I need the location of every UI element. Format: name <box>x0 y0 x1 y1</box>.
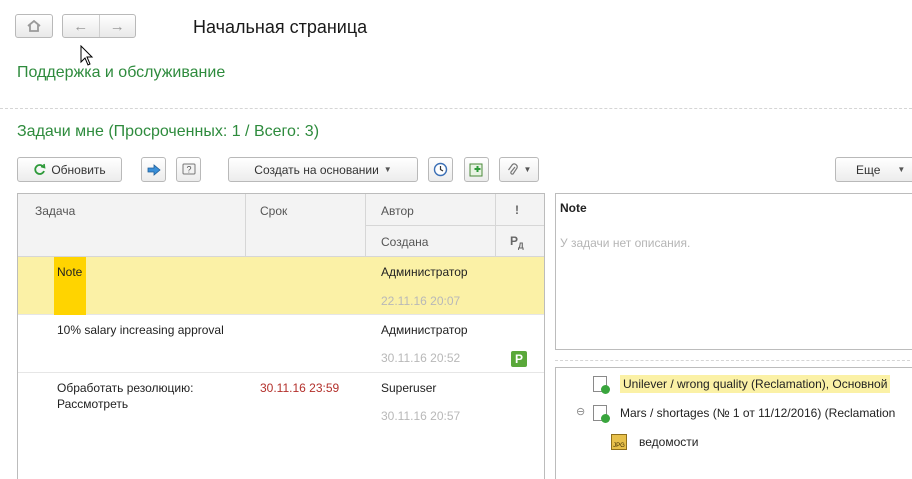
chevron-down-icon: ▼ <box>897 165 906 174</box>
column-header-created[interactable]: Создана <box>381 235 428 249</box>
task-created: 30.11.16 20:57 <box>381 409 461 423</box>
column-header-importance[interactable]: ! <box>515 203 519 217</box>
section-title: Поддержка и обслуживание <box>17 64 226 81</box>
home-icon <box>27 20 41 32</box>
tree-item[interactable]: Unilever / wrong quality (Reclamation), … <box>593 373 891 395</box>
divider <box>555 360 912 361</box>
header-separator <box>365 225 544 226</box>
go-to-button[interactable] <box>141 157 166 182</box>
column-separator <box>245 194 246 257</box>
svg-text:?: ? <box>186 164 191 174</box>
tree-item[interactable]: Mars / shortages (№ 1 от 11/12/2016) (Re… <box>593 402 895 424</box>
add-subtask-button[interactable] <box>464 157 489 182</box>
refresh-button[interactable]: Обновить <box>17 157 122 182</box>
tree-item-label: Unilever / wrong quality (Reclamation), … <box>620 375 891 393</box>
page-title: Начальная страница <box>193 17 368 37</box>
task-name-line2: Рассмотреть <box>57 397 129 411</box>
paperclip-icon <box>507 162 518 175</box>
description-empty-text: У задачи нет описания. <box>560 236 691 250</box>
arrow-left-icon: ← <box>73 17 89 35</box>
home-button[interactable] <box>15 14 53 38</box>
create-based-on-label: Создать на основании <box>254 162 379 177</box>
clock-icon <box>433 162 448 177</box>
refresh-label: Обновить <box>51 162 106 177</box>
create-based-on-button[interactable]: Создать на основании ▼ <box>228 157 418 182</box>
task-created: 22.11.16 20:07 <box>381 294 461 308</box>
column-header-execution[interactable]: РД <box>510 234 524 250</box>
task-author: Superuser <box>381 381 437 395</box>
arrow-right-blue-icon <box>147 163 161 176</box>
add-subtask-icon <box>469 163 483 177</box>
table-row[interactable]: 10% salary increasing approval Администр… <box>18 315 544 373</box>
question-icon: ? <box>182 163 195 174</box>
table-header: Задача Срок Автор Создана ! РД <box>18 194 544 257</box>
history-nav: ← → <box>62 14 136 38</box>
tree-item-label: ведомости <box>639 435 699 449</box>
column-header-due[interactable]: Срок <box>260 204 287 218</box>
divider <box>0 108 912 109</box>
attach-button[interactable]: ▼ <box>499 157 539 182</box>
tree-item-label: Mars / shortages (№ 1 от 11/12/2016) (Re… <box>620 406 896 420</box>
task-author: Администратор <box>381 265 468 279</box>
task-author: Администратор <box>381 323 468 337</box>
refresh-icon <box>34 163 46 175</box>
table-row[interactable]: Note Администратор 22.11.16 20:07 <box>18 257 544 315</box>
jpg-file-icon: JPG <box>611 434 627 450</box>
collapse-icon[interactable]: ⊖ <box>576 405 585 418</box>
task-created: 30.11.16 20:52 <box>381 351 461 365</box>
task-due: 30.11.16 23:59 <box>260 381 340 395</box>
forward-button[interactable]: → <box>98 15 136 37</box>
task-name: Note <box>57 265 83 279</box>
task-description-panel[interactable]: Note У задачи нет описания. <box>555 193 912 350</box>
tree-item[interactable]: JPG ведомости <box>611 431 698 453</box>
column-header-author[interactable]: Автор <box>381 204 414 218</box>
description-title: Note <box>560 201 587 215</box>
task-name: Обработать резолюцию: <box>57 381 194 395</box>
tasks-table[interactable]: Задача Срок Автор Создана ! РД Note Адми… <box>17 193 545 479</box>
back-button[interactable]: ← <box>63 15 99 37</box>
column-header-task[interactable]: Задача <box>35 204 75 218</box>
doc-check-icon <box>593 405 610 423</box>
execution-badge: P <box>511 351 527 367</box>
more-button[interactable]: Еще ▼ <box>835 157 912 182</box>
task-objects-tree[interactable]: Unilever / wrong quality (Reclamation), … <box>555 367 912 479</box>
tasks-title: Задачи мне (Просроченных: 1 / Всего: 3) <box>17 123 320 140</box>
help-button[interactable]: ? <box>176 157 201 182</box>
doc-check-icon <box>593 376 610 394</box>
chevron-down-icon: ▼ <box>523 165 532 174</box>
task-name: 10% salary increasing approval <box>57 323 224 337</box>
arrow-right-icon: → <box>109 17 125 35</box>
more-label: Еще <box>856 162 881 177</box>
chevron-down-icon: ▼ <box>383 165 392 174</box>
deadline-button[interactable] <box>428 157 453 182</box>
table-row[interactable]: Обработать резолюцию: Рассмотреть 30.11.… <box>18 373 544 431</box>
